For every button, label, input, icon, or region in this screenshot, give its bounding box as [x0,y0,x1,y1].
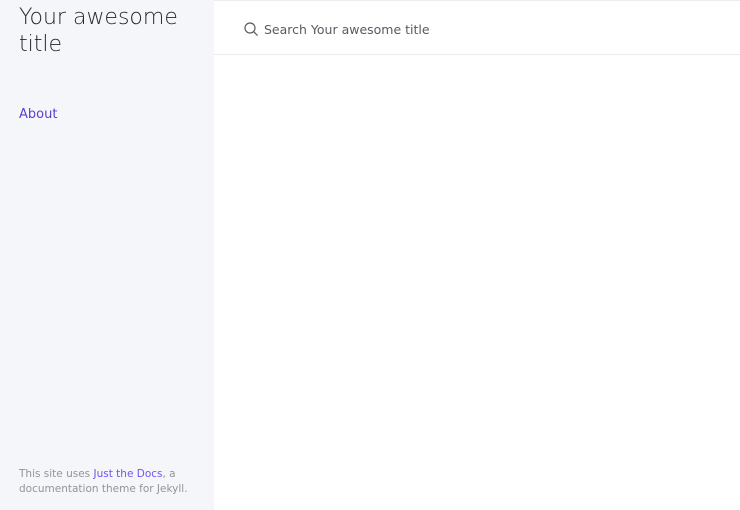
site-footer: This site uses Just the Docs, a document… [19,467,209,497]
nav-item-about[interactable]: About [19,106,57,124]
page: Your awesome title About This site uses … [0,0,740,510]
main-content [214,55,740,510]
just-the-docs-link[interactable]: Just the Docs [94,468,163,480]
search-input[interactable] [264,19,704,39]
sidebar: Your awesome title About This site uses … [0,0,214,510]
site-title-link[interactable]: Your awesome title [19,4,209,58]
search-icon [244,22,258,36]
footer-prefix: This site uses [19,468,94,480]
search-header [214,0,740,55]
